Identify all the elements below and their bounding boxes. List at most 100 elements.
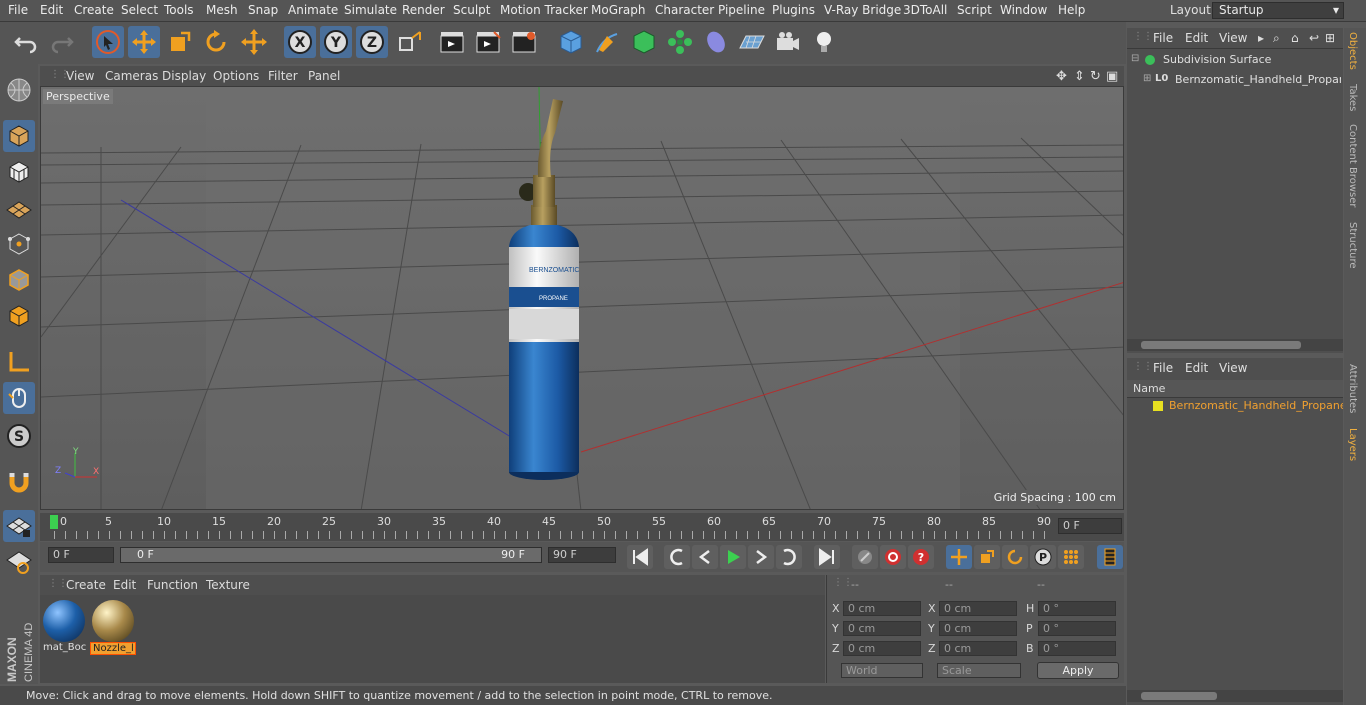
mograph-cloner-button[interactable]: [664, 26, 696, 58]
end-frame-field[interactable]: 90 F: [548, 547, 616, 563]
viewport-menu-cameras[interactable]: Cameras: [105, 69, 158, 83]
light-button[interactable]: [808, 26, 840, 58]
go-to-end-button[interactable]: [814, 545, 840, 569]
position-y-field[interactable]: 0 cm: [843, 621, 921, 636]
points-mode-button[interactable]: [3, 228, 35, 260]
viewport-menu-panel[interactable]: Panel: [308, 69, 340, 83]
previous-key-button[interactable]: [664, 545, 690, 569]
key-scale-button[interactable]: [974, 545, 1000, 569]
key-pla-button[interactable]: [1058, 545, 1084, 569]
layer-row[interactable]: Bernzomatic_Handheld_Propane_: [1135, 399, 1343, 417]
redo-button[interactable]: [46, 26, 78, 58]
tab-structure[interactable]: Structure: [1347, 222, 1358, 269]
menu-motion-tracker[interactable]: Motion Tracker: [500, 3, 588, 17]
pen-spline-button[interactable]: [591, 26, 623, 58]
tab-content-browser[interactable]: Content Browser: [1347, 124, 1358, 207]
key-parameter-button[interactable]: P: [1030, 545, 1056, 569]
make-editable-button[interactable]: [3, 74, 35, 106]
object-row[interactable]: ⊟ Subdivision Surface: [1131, 53, 1341, 71]
menu-simulate[interactable]: Simulate: [344, 3, 397, 17]
menu-sculpt[interactable]: Sculpt: [453, 3, 490, 17]
next-key-button[interactable]: [776, 545, 802, 569]
move-tool-button[interactable]: [128, 26, 160, 58]
menu-mograph[interactable]: MoGraph: [591, 3, 646, 17]
key-position-button[interactable]: [946, 545, 972, 569]
menu-tools[interactable]: Tools: [164, 3, 194, 17]
record-active-objects-button[interactable]: [852, 545, 878, 569]
back-icon[interactable]: ↩: [1309, 31, 1319, 45]
size-z-field[interactable]: 0 cm: [939, 641, 1017, 656]
render-to-picture-viewer-button[interactable]: [472, 26, 504, 58]
menu-render[interactable]: Render: [402, 3, 445, 17]
range-slider[interactable]: 0 F 90 F: [120, 547, 542, 563]
position-x-field[interactable]: 0 cm: [843, 601, 921, 616]
menu-animate[interactable]: Animate: [288, 3, 338, 17]
next-frame-button[interactable]: [748, 545, 774, 569]
menu-snap[interactable]: Snap: [248, 3, 278, 17]
menu-more-icon[interactable]: ▸: [1258, 31, 1264, 45]
material-menu-edit[interactable]: Edit: [113, 578, 136, 592]
polygons-mode-button[interactable]: [3, 300, 35, 332]
locked-workplane-button[interactable]: [3, 546, 35, 578]
undo-button[interactable]: [10, 26, 42, 58]
subdivision-surface-button[interactable]: [628, 26, 660, 58]
rotation-b-field[interactable]: 0 °: [1038, 641, 1116, 656]
go-to-start-button[interactable]: [627, 545, 653, 569]
play-button[interactable]: [720, 545, 746, 569]
home-icon[interactable]: ⌂: [1291, 31, 1299, 45]
material-swatch[interactable]: mat_Boc: [41, 598, 87, 656]
size-y-field[interactable]: 0 cm: [939, 621, 1017, 636]
layout-dropdown[interactable]: Startup: [1212, 2, 1344, 19]
coordinate-system-button[interactable]: [394, 26, 426, 58]
position-z-field[interactable]: 0 cm: [843, 641, 921, 656]
tab-objects[interactable]: Objects: [1347, 32, 1358, 70]
object-menu-edit[interactable]: Edit: [1185, 31, 1208, 45]
scrollbar-thumb[interactable]: [1141, 341, 1301, 349]
viewport-menu-display[interactable]: Display: [162, 69, 206, 83]
apply-button[interactable]: Apply: [1037, 662, 1119, 679]
tree-expander-icon[interactable]: ⊟: [1131, 53, 1139, 64]
model-mode-button[interactable]: [3, 120, 35, 152]
rotation-p-field[interactable]: 0 °: [1038, 621, 1116, 636]
timeline-ruler[interactable]: 0 5 10 15 20 25 30 35 40 45 50 55 60 65 …: [40, 513, 1124, 541]
menu-pipeline[interactable]: Pipeline: [718, 3, 765, 17]
x-axis-lock-button[interactable]: X: [284, 26, 316, 58]
render-settings-button[interactable]: [508, 26, 540, 58]
viewport-menu-filter[interactable]: Filter: [268, 69, 298, 83]
keyframe-selection-button[interactable]: ?: [908, 545, 934, 569]
scrollbar-thumb[interactable]: [1141, 692, 1217, 700]
timeline-window-button[interactable]: [1097, 545, 1123, 569]
rotate-tool-button[interactable]: [200, 26, 232, 58]
menu-window[interactable]: Window: [1000, 3, 1047, 17]
material-menu-texture[interactable]: Texture: [206, 578, 250, 592]
layer-menu-edit[interactable]: Edit: [1185, 361, 1208, 375]
world-dropdown[interactable]: World: [841, 663, 923, 678]
menu-file[interactable]: File: [8, 3, 28, 17]
viewport-maximize-icon[interactable]: ▣: [1106, 69, 1118, 84]
snap-button[interactable]: [3, 466, 35, 498]
viewport-menu-view[interactable]: View: [66, 69, 94, 83]
layer-color-swatch[interactable]: [1153, 401, 1163, 411]
menu-vray-bridge[interactable]: V-Ray Bridge: [824, 3, 901, 17]
horizontal-scrollbar[interactable]: [1127, 339, 1343, 351]
search-icon[interactable]: ⌕: [1273, 31, 1280, 46]
previous-frame-button[interactable]: [692, 545, 718, 569]
viewport-menu-options[interactable]: Options: [213, 69, 259, 83]
object-row[interactable]: ⊞ L0 Bernzomatic_Handheld_Propane_: [1143, 73, 1341, 91]
menu-character[interactable]: Character: [655, 3, 714, 17]
material-menu-function[interactable]: Function: [147, 578, 198, 592]
material-menu-create[interactable]: Create: [66, 578, 106, 592]
key-rotation-button[interactable]: [1002, 545, 1028, 569]
render-view-button[interactable]: [436, 26, 468, 58]
material-swatch[interactable]: Nozzle_l: [90, 598, 136, 656]
horizontal-scrollbar[interactable]: [1127, 690, 1343, 702]
start-frame-field[interactable]: 0 F: [48, 547, 114, 563]
live-selection-button[interactable]: [92, 26, 124, 58]
scale-tool-button[interactable]: [164, 26, 196, 58]
viewport-rotate-icon[interactable]: ↻: [1090, 69, 1101, 84]
menu-select[interactable]: Select: [121, 3, 158, 17]
workplane-mode-button[interactable]: [3, 192, 35, 224]
menu-help[interactable]: Help: [1058, 3, 1085, 17]
enable-workplane-button[interactable]: [3, 510, 35, 542]
menu-create[interactable]: Create: [74, 3, 114, 17]
